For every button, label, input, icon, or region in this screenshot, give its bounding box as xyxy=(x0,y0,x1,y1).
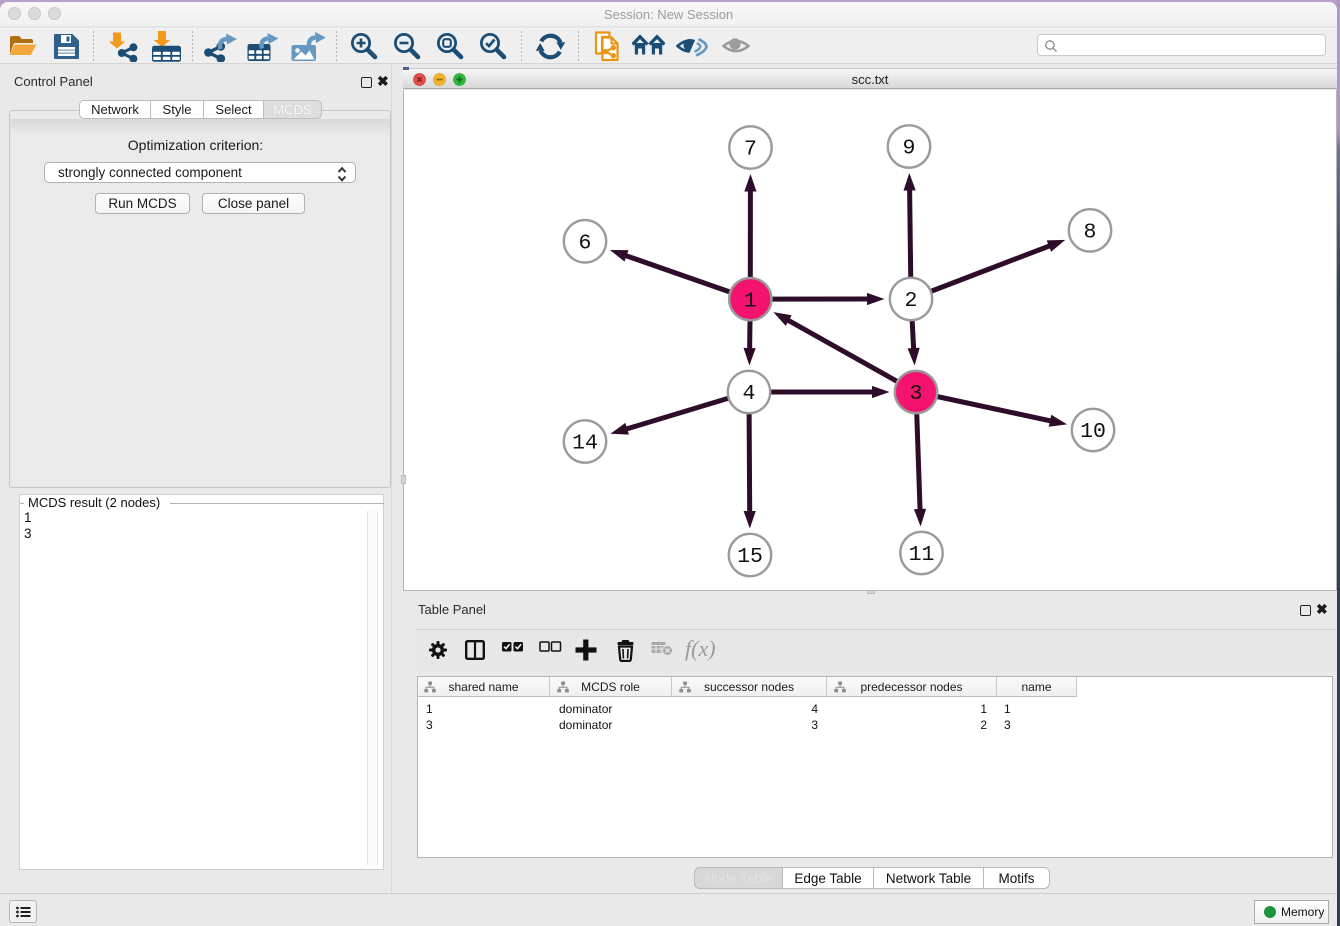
svg-text:11: 11 xyxy=(909,543,935,567)
svg-text:1: 1 xyxy=(744,289,757,313)
svg-text:4: 4 xyxy=(743,382,756,406)
svg-text:15: 15 xyxy=(737,545,763,569)
svg-text:14: 14 xyxy=(572,432,598,456)
svg-text:8: 8 xyxy=(1084,221,1097,245)
svg-text:2: 2 xyxy=(905,289,918,313)
svg-text:7: 7 xyxy=(744,138,757,162)
svg-text:10: 10 xyxy=(1080,420,1106,444)
svg-text:3: 3 xyxy=(910,382,923,406)
svg-text:6: 6 xyxy=(579,232,592,256)
svg-text:9: 9 xyxy=(903,137,916,161)
